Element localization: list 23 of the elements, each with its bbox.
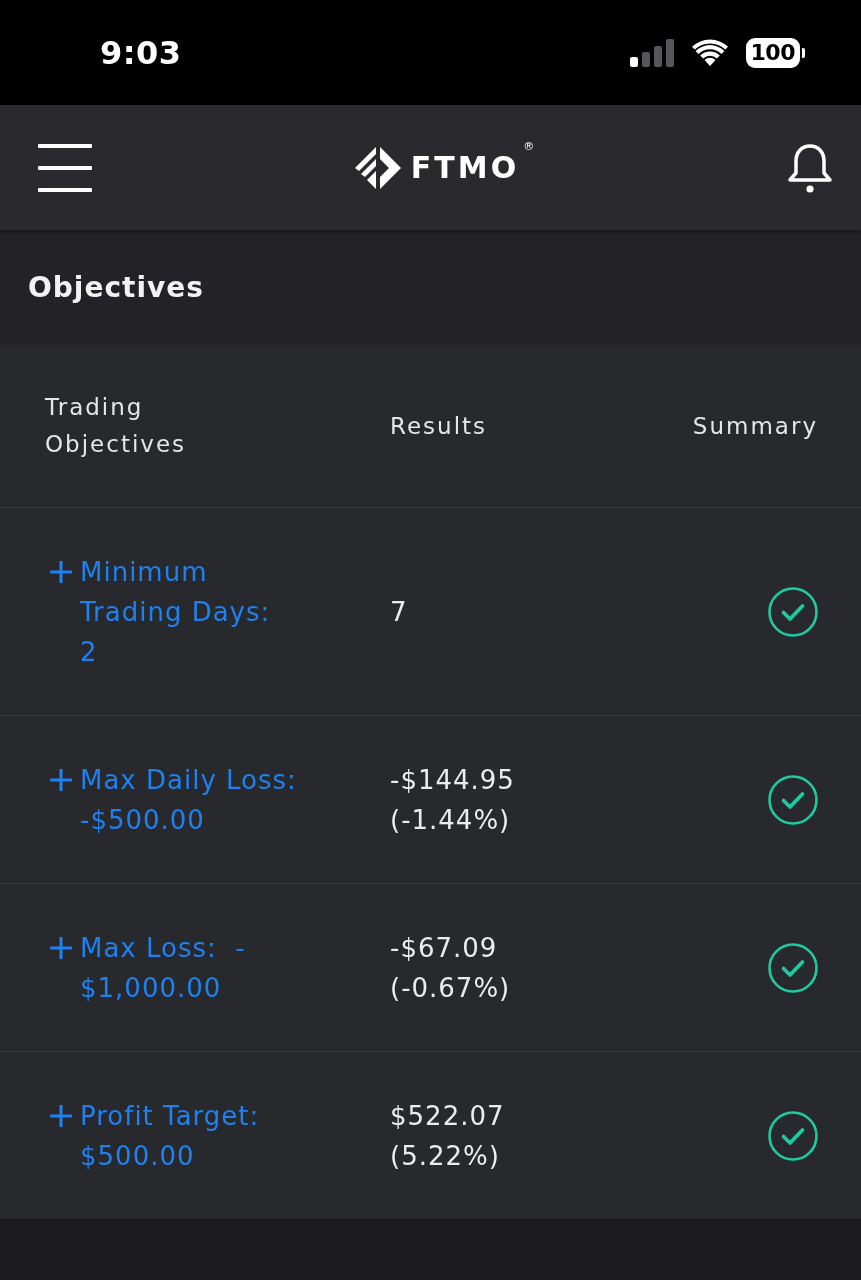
result-value: -$144.95 (-1.44%) xyxy=(390,764,516,837)
menu-button[interactable] xyxy=(38,143,92,192)
notifications-button[interactable] xyxy=(787,141,833,194)
column-header: Trading Objectives xyxy=(45,393,188,459)
bell-icon xyxy=(787,141,833,194)
wifi-icon xyxy=(691,39,728,66)
result-value: 7 xyxy=(390,596,408,629)
registered-mark: ® xyxy=(523,140,535,152)
battery-indicator: 100 xyxy=(745,37,805,68)
page-title: Objectives xyxy=(28,271,204,304)
logo-text: FTMO xyxy=(410,152,520,183)
diamond-logo-icon xyxy=(354,144,401,191)
clock-time: 9:03 xyxy=(100,33,182,72)
column-header: Results xyxy=(390,411,488,441)
objective-toggle[interactable]: Max Loss: - $1,000.00 xyxy=(50,928,246,1008)
signal-icon xyxy=(629,38,674,67)
objective-toggle[interactable]: Minimum Trading Days: 2 xyxy=(50,552,271,672)
column-header: Summary xyxy=(692,411,818,441)
menu-icon xyxy=(38,143,92,192)
result-value: $522.07 (5.22%) xyxy=(390,1100,506,1173)
result-value: -$67.09 (-0.67%) xyxy=(390,932,512,1005)
objective-toggle[interactable]: Profit Target: $500.00 xyxy=(50,1096,260,1176)
objective-toggle[interactable]: Max Daily Loss: -$500.00 xyxy=(50,760,297,840)
